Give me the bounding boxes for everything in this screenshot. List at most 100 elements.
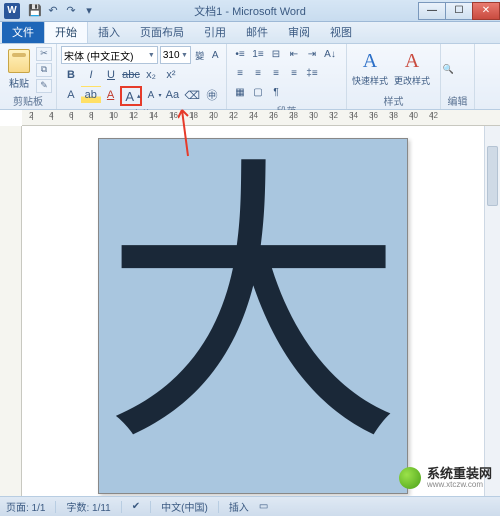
strikethrough-button[interactable]: abc [121, 66, 141, 84]
format-painter-button[interactable]: ✎ [36, 79, 52, 93]
phonetic-guide-button[interactable]: 變 [193, 46, 207, 64]
separator [121, 501, 122, 513]
chevron-down-icon: ▼ [181, 52, 188, 59]
ribbon: 粘贴 ✂ ⧉ ✎ 剪贴板 宋体 (中文正文) ▼ 310 ▼ 變 A [0, 44, 500, 110]
group-paragraph: •≡ 1≡ ⊟ ⇤ ⇥ A↓ ≡ ≡ ≡ ≡ ‡≡ ▦ ▢ ¶ 段落 [227, 44, 347, 109]
edit-group-label: 编辑 [445, 93, 470, 109]
numbering-button[interactable]: 1≡ [249, 46, 267, 63]
paste-icon [8, 49, 30, 73]
title-bar: W 💾 ↶ ↷ ▾ 文档1 - Microsoft Word — ☐ ✕ [0, 0, 500, 22]
redo-icon[interactable]: ↷ [64, 4, 78, 18]
minimize-button[interactable]: — [418, 2, 446, 20]
align-right-button[interactable]: ≡ [267, 65, 285, 82]
align-center-button[interactable]: ≡ [249, 65, 267, 82]
line-spacing-button[interactable]: ‡≡ [303, 65, 321, 82]
change-styles-label: 更改样式 [394, 74, 430, 87]
document-text[interactable]: 大 [103, 160, 403, 460]
subscript-button[interactable]: x₂ [141, 66, 161, 84]
quick-access-toolbar: 💾 ↶ ↷ ▾ [28, 4, 96, 18]
change-styles-icon: A [398, 50, 426, 74]
window-title: 文档1 - Microsoft Word [194, 3, 306, 19]
superscript-button[interactable]: x² [161, 66, 181, 84]
shading-button[interactable]: ▦ [231, 84, 249, 101]
bullets-button[interactable]: •≡ [231, 46, 249, 63]
ruler-row: 24681012141618202224262830323436384042 [0, 110, 500, 126]
app-icon: W [4, 3, 20, 19]
qat-more-icon[interactable]: ▾ [82, 4, 96, 18]
status-page[interactable]: 页面: 1/1 [6, 499, 45, 514]
sort-button[interactable]: A↓ [321, 46, 339, 63]
enclosed-char-button[interactable]: ㊥ [202, 86, 222, 104]
chevron-down-icon: ▼ [148, 52, 155, 59]
cut-button[interactable]: ✂ [36, 47, 52, 61]
multilevel-button[interactable]: ⊟ [267, 46, 285, 63]
ribbon-tabs: 文件 开始 插入 页面布局 引用 邮件 审阅 视图 [0, 22, 500, 44]
clipboard-group-label: 剪贴板 [4, 93, 52, 109]
text-effects-button[interactable]: A [61, 86, 81, 104]
font-size-value: 310 [163, 50, 180, 61]
copy-button[interactable]: ⧉ [36, 63, 52, 77]
separator [55, 501, 56, 513]
status-language[interactable]: 中文(中国) [161, 499, 208, 514]
group-clipboard: 粘贴 ✂ ⧉ ✎ 剪贴板 [0, 44, 57, 109]
quick-styles-label: 快速样式 [352, 74, 388, 87]
tab-references[interactable]: 引用 [194, 21, 236, 43]
maximize-button[interactable]: ☐ [445, 2, 473, 20]
font-color-button[interactable]: A [101, 86, 121, 104]
vertical-scrollbar[interactable] [484, 126, 500, 496]
increase-indent-button[interactable]: ⇥ [303, 46, 321, 63]
borders-button[interactable]: ▢ [249, 84, 267, 101]
status-spellcheck[interactable]: ✔ [132, 501, 140, 512]
justify-button[interactable]: ≡ [285, 65, 303, 82]
watermark-title: 系统重装网 [427, 467, 492, 481]
font-name-value: 宋体 (中文正文) [64, 48, 133, 63]
quick-styles-icon: A [356, 50, 384, 74]
status-extra-icon[interactable]: ▭ [259, 501, 268, 512]
styles-group-label: 样式 [351, 93, 436, 109]
watermark-url: www.xtczw.com [427, 481, 492, 490]
highlight-button[interactable]: ab [81, 86, 101, 104]
undo-icon[interactable]: ↶ [46, 4, 60, 18]
bold-button[interactable]: B [61, 66, 81, 84]
watermark-logo-icon [399, 467, 421, 489]
status-insert-mode[interactable]: 插入 [229, 499, 249, 514]
page[interactable]: 大 [98, 138, 408, 494]
char-border-button[interactable]: A [208, 46, 222, 64]
tab-home[interactable]: 开始 [44, 20, 88, 43]
tab-mailings[interactable]: 邮件 [236, 21, 278, 43]
decrease-indent-button[interactable]: ⇤ [285, 46, 303, 63]
change-styles-button[interactable]: A 更改样式 [393, 46, 431, 90]
status-bar: 页面: 1/1 字数: 1/11 ✔ 中文(中国) 插入 ▭ [0, 496, 500, 516]
document-area: 大 [0, 126, 500, 496]
font-name-selector[interactable]: 宋体 (中文正文) ▼ [61, 46, 158, 64]
quick-styles-button[interactable]: A 快速样式 [351, 46, 389, 90]
status-words[interactable]: 字数: 1/11 [66, 499, 110, 514]
window-controls: — ☐ ✕ [419, 2, 500, 20]
tab-review[interactable]: 审阅 [278, 21, 320, 43]
group-edit: 🔍 编辑 [441, 44, 475, 109]
change-case-button[interactable]: Aa [162, 86, 182, 104]
tab-view[interactable]: 视图 [320, 21, 362, 43]
tab-layout[interactable]: 页面布局 [130, 21, 194, 43]
clear-formatting-button[interactable]: ⌫ [182, 86, 202, 104]
page-container: 大 [22, 126, 484, 496]
paste-button[interactable]: 粘贴 [4, 48, 34, 92]
close-button[interactable]: ✕ [472, 2, 500, 20]
group-styles: A 快速样式 A 更改样式 样式 [347, 44, 441, 109]
font-size-selector[interactable]: 310 ▼ [160, 46, 191, 64]
watermark: 系统重装网 www.xtczw.com [399, 467, 492, 490]
find-button[interactable]: 🔍 [443, 64, 473, 76]
save-icon[interactable]: 💾 [28, 4, 42, 18]
tab-file[interactable]: 文件 [2, 21, 44, 43]
underline-button[interactable]: U [101, 66, 121, 84]
vertical-ruler[interactable] [0, 126, 22, 496]
shrink-font-button[interactable]: A▾ [142, 86, 162, 104]
grow-font-button[interactable]: A▴ [120, 86, 142, 106]
show-marks-button[interactable]: ¶ [267, 84, 285, 101]
italic-button[interactable]: I [81, 66, 101, 84]
group-font: 宋体 (中文正文) ▼ 310 ▼ 變 A B I U abc x₂ x² A [57, 44, 227, 109]
horizontal-ruler[interactable]: 24681012141618202224262830323436384042 [22, 110, 500, 126]
tab-insert[interactable]: 插入 [88, 21, 130, 43]
scrollbar-thumb[interactable] [487, 146, 498, 206]
align-left-button[interactable]: ≡ [231, 65, 249, 82]
